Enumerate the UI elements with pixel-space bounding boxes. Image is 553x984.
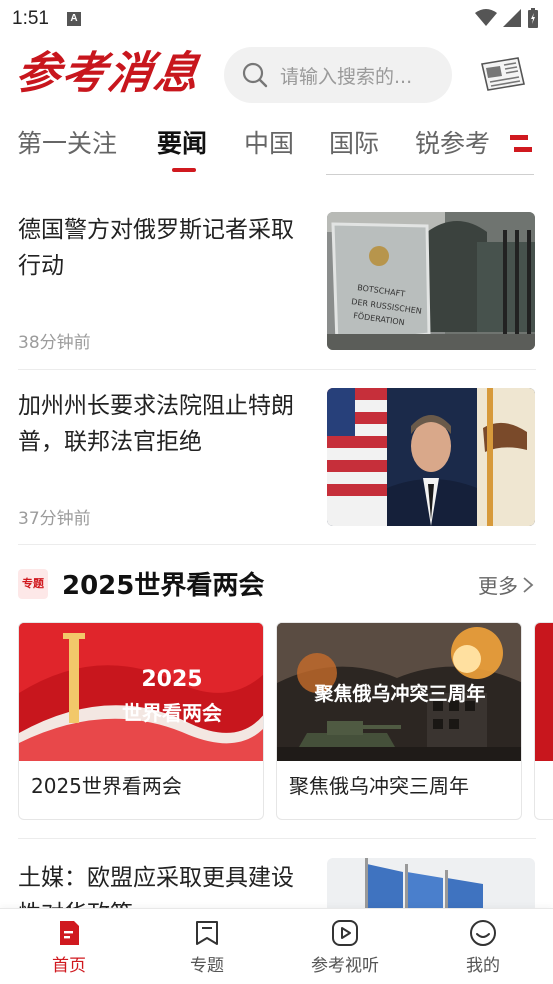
section-title[interactable]: 2025世界看两会 bbox=[62, 565, 264, 602]
nav-media[interactable]: 参考视听 bbox=[300, 919, 390, 976]
play-icon bbox=[332, 920, 358, 946]
status-bar: 1:51 A bbox=[0, 0, 553, 38]
status-time: 1:51 bbox=[12, 8, 49, 29]
news-thumbnail[interactable] bbox=[327, 858, 535, 908]
smile-icon bbox=[470, 920, 496, 946]
app-logo[interactable]: 参考消息 bbox=[12, 44, 216, 104]
news-thumbnail[interactable]: BOTSCHAFT DER RUSSISCHEN FÖDERATION bbox=[327, 212, 535, 350]
news-time: 38分钟前 bbox=[18, 333, 91, 353]
topic-card-label[interactable]: 2025世界看两会 bbox=[31, 770, 182, 799]
topic-card-image: 聚焦俄乌冲突三周年 bbox=[277, 623, 521, 761]
topic-card-partial[interactable] bbox=[534, 622, 553, 820]
chevron-right-icon bbox=[523, 576, 534, 593]
bottom-nav: 首页 专题 参考视听 我的 bbox=[0, 908, 553, 984]
governor-speaking-photo bbox=[327, 388, 535, 526]
topic-badge: 专题 bbox=[18, 569, 48, 599]
search-placeholder: 请输入搜索的... bbox=[280, 65, 413, 88]
signal-icon bbox=[503, 9, 521, 27]
card-overlay-text: 世界看两会 bbox=[122, 701, 222, 725]
card-overlay-text: 聚焦俄乌冲突三周年 bbox=[314, 683, 486, 705]
nav-label: 我的 bbox=[466, 956, 500, 976]
tab-menu-icon[interactable] bbox=[510, 134, 532, 154]
news-item[interactable]: 德国警方对俄罗斯记者采取行动 38分钟前 BOTSCHAFT DER RUSSI… bbox=[18, 212, 536, 353]
flags-photo bbox=[327, 858, 535, 908]
tab-headlines[interactable]: 要闻 bbox=[157, 124, 207, 160]
wifi-icon bbox=[475, 9, 497, 26]
news-title[interactable]: 土媒：欧盟应采取更具建设性对华政策 bbox=[18, 860, 308, 908]
active-tab-indicator bbox=[172, 168, 196, 172]
nav-topics[interactable]: 专题 bbox=[162, 919, 252, 976]
tab-international[interactable]: 国际 bbox=[329, 124, 379, 160]
tabs-divider bbox=[326, 174, 534, 175]
home-doc-icon bbox=[60, 921, 79, 945]
tab-first-focus[interactable]: 第一关注 bbox=[17, 124, 117, 160]
search-icon bbox=[242, 62, 268, 88]
topic-card[interactable]: 2025 世界看两会 2025世界看两会 bbox=[18, 622, 264, 820]
divider bbox=[18, 369, 536, 370]
divider bbox=[18, 544, 536, 545]
nav-label: 专题 bbox=[190, 956, 224, 976]
news-item[interactable]: 土媒：欧盟应采取更具建设性对华政策 bbox=[18, 858, 536, 908]
tab-rui-reference[interactable]: 锐参考 bbox=[415, 124, 490, 160]
tab-china[interactable]: 中国 bbox=[244, 124, 294, 160]
newspaper-icon[interactable] bbox=[478, 54, 528, 94]
news-title[interactable]: 加州州长要求法院阻止特朗普，联邦法官拒绝 bbox=[18, 388, 308, 460]
channel-tabs: 第一关注 要闻 中国 国际 锐参考 bbox=[0, 118, 553, 176]
topic-card-image bbox=[535, 623, 553, 761]
nav-home[interactable]: 首页 bbox=[24, 919, 114, 976]
divider bbox=[18, 838, 536, 839]
a-icon: A bbox=[66, 12, 81, 26]
bookmark-icon bbox=[196, 921, 218, 945]
nav-label: 首页 bbox=[52, 956, 86, 976]
news-item[interactable]: 加州州长要求法院阻止特朗普，联邦法官拒绝 37分钟前 bbox=[18, 388, 536, 529]
news-title[interactable]: 德国警方对俄罗斯记者采取行动 bbox=[18, 212, 308, 284]
card-overlay-year: 2025 bbox=[141, 667, 203, 692]
topic-card-image: 2025 世界看两会 bbox=[19, 623, 263, 761]
topic-card[interactable]: 聚焦俄乌冲突三周年 聚焦俄乌冲突三周年 bbox=[276, 622, 522, 820]
embassy-building-photo: BOTSCHAFT DER RUSSISCHEN FÖDERATION bbox=[327, 212, 535, 350]
app-header: 参考消息 请输入搜索的... bbox=[0, 38, 553, 112]
nav-label: 参考视听 bbox=[311, 956, 379, 976]
battery-icon bbox=[528, 8, 538, 28]
topic-section-header: 专题 2025世界看两会 更多 bbox=[18, 560, 536, 606]
topic-card-label[interactable]: 聚焦俄乌冲突三周年 bbox=[289, 770, 469, 799]
news-time: 37分钟前 bbox=[18, 509, 91, 529]
more-link[interactable]: 更多 bbox=[478, 570, 534, 599]
more-label: 更多 bbox=[478, 574, 518, 598]
two-sessions-banner bbox=[19, 623, 263, 761]
search-input[interactable]: 请输入搜索的... bbox=[224, 47, 452, 103]
status-icons bbox=[475, 8, 539, 28]
news-thumbnail[interactable] bbox=[327, 388, 535, 526]
nav-profile[interactable]: 我的 bbox=[438, 919, 528, 976]
